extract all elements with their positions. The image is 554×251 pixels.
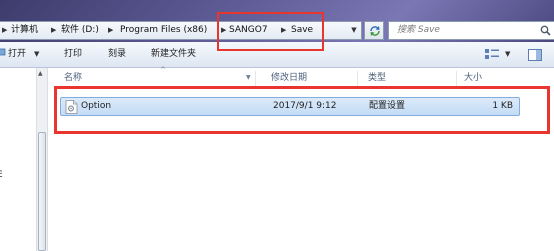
chevron-right-icon[interactable]: ▶ <box>51 22 56 39</box>
column-menu-chevron-down-icon[interactable]: ▼ <box>246 68 251 88</box>
column-header-row: ^ 名称 ▼ 修改日期 类型 大小 <box>48 66 554 88</box>
view-options-icon[interactable] <box>485 49 499 60</box>
nav-pane-item[interactable]: E <box>0 170 3 180</box>
highlight-box-address <box>217 12 324 51</box>
scroll-up-icon[interactable]: ▲ <box>38 70 43 77</box>
burn-button[interactable]: 刻录 <box>108 42 126 67</box>
chevron-down-icon[interactable]: ▼ <box>348 22 360 39</box>
view-dropdown-chevron-down-icon[interactable]: ▼ <box>505 42 510 67</box>
column-header-date-modified[interactable]: 修改日期 <box>271 68 307 86</box>
breadcrumb-drive-d[interactable]: 软件 (D:) <box>61 22 99 39</box>
breadcrumb-computer[interactable]: 计算机 <box>11 22 38 39</box>
search-placeholder: 搜索 Save <box>397 25 440 35</box>
breadcrumb-program-files-x86[interactable]: Program Files (x86) <box>120 22 207 39</box>
open-dropdown-chevron-down-icon[interactable]: ▼ <box>34 42 39 67</box>
navigation-pane[interactable]: E <box>0 68 36 251</box>
open-button[interactable]: 打开 <box>8 42 26 67</box>
navigation-scrollbar[interactable]: ▲ <box>36 68 48 251</box>
search-icon[interactable] <box>540 25 551 36</box>
new-folder-button[interactable]: 新建文件夹 <box>151 42 196 67</box>
preview-pane-icon[interactable] <box>528 49 542 61</box>
chevron-right-icon[interactable]: ▶ <box>2 22 7 39</box>
scrollbar-thumb[interactable] <box>38 132 46 251</box>
print-button[interactable]: 打印 <box>64 42 82 67</box>
column-header-size[interactable]: 大小 <box>464 68 482 86</box>
column-header-name[interactable]: 名称 <box>64 68 82 86</box>
search-input[interactable]: 搜索 Save <box>388 21 554 40</box>
refresh-icon <box>370 26 380 36</box>
column-divider[interactable] <box>357 71 358 86</box>
column-divider[interactable] <box>456 71 457 86</box>
highlight-box-file-row <box>54 86 550 134</box>
refresh-button[interactable] <box>364 21 384 40</box>
column-header-type[interactable]: 类型 <box>368 68 386 86</box>
chevron-right-icon[interactable]: ▶ <box>108 22 113 39</box>
sort-ascending-icon: ^ <box>160 66 166 74</box>
column-divider[interactable] <box>255 71 256 86</box>
open-icon[interactable] <box>0 42 6 67</box>
